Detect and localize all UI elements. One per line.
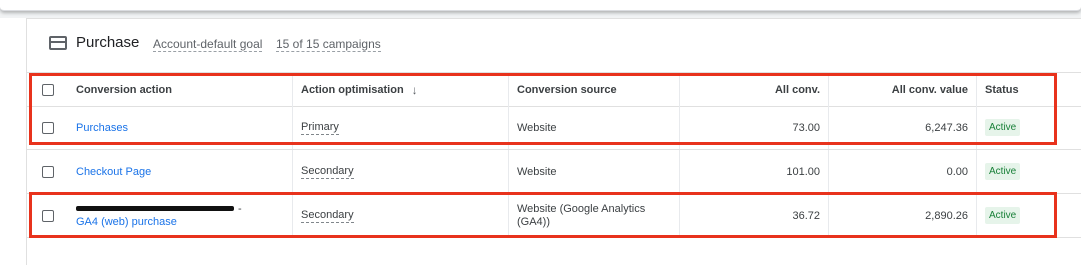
all-conv-value-cell: 0.00 [828, 150, 976, 193]
header-conversion-action[interactable]: Conversion action [68, 73, 292, 106]
campaigns-link[interactable]: 15 of 15 campaigns [276, 37, 381, 52]
goal-setting-link[interactable]: Account-default goal [153, 37, 263, 52]
row-checkbox[interactable] [41, 121, 54, 134]
all-conv-value-cell: 6,247.36 [828, 106, 976, 149]
optimisation-value[interactable]: Primary [301, 121, 339, 135]
optimisation-value[interactable]: Secondary [301, 165, 354, 179]
source-stack: Website (Google Analytics (GA4)) [517, 203, 645, 229]
row-checkbox[interactable] [41, 165, 54, 178]
table-row: Purchases Primary Website 73.00 6,247.36… [27, 106, 1081, 150]
status-cell: Active [976, 106, 1081, 149]
row-select-cell [27, 194, 68, 237]
table-header-row: Conversion action Action optimisation ↓ … [27, 72, 1081, 107]
optimisation-value[interactable]: Secondary [301, 209, 354, 223]
status-badge: Active [985, 119, 1021, 136]
optimisation-cell: Primary [292, 106, 508, 149]
header-conversion-source[interactable]: Conversion source [508, 73, 679, 106]
all-conv-cell: 73.00 [679, 106, 828, 149]
conversion-action-link[interactable]: GA4 (web) purchase [76, 216, 242, 229]
conversion-action-link[interactable]: Checkout Page [76, 166, 151, 178]
arrow-down-icon: ↓ [411, 82, 418, 97]
header-all-conv-value[interactable]: All conv. value [828, 73, 976, 106]
conversion-action-link[interactable]: Purchases [76, 122, 128, 134]
action-cell: Purchases [68, 106, 292, 149]
row-select-cell [27, 106, 68, 149]
row-checkbox[interactable] [41, 209, 54, 222]
select-all-cell [27, 73, 68, 106]
header-action-optimisation[interactable]: Action optimisation ↓ [292, 73, 508, 106]
row-select-cell [27, 150, 68, 193]
table-row: Checkout Page Secondary Website 101.00 0… [27, 150, 1081, 194]
action-cell: - GA4 (web) purchase [68, 194, 292, 237]
select-all-checkbox[interactable] [41, 83, 54, 96]
status-badge: Active [985, 207, 1021, 224]
action-name-line: - [76, 203, 242, 216]
source-cell: Website (Google Analytics (GA4)) [508, 194, 679, 237]
header-status[interactable]: Status [976, 73, 1081, 106]
all-conv-value-cell: 2,890.26 [828, 194, 976, 237]
header-action-optimisation-label: Action optimisation [301, 83, 404, 96]
source-cell: Website [508, 150, 679, 193]
card-header: Purchase Account-default goal 15 of 15 c… [27, 19, 1081, 71]
card-title: Purchase [76, 34, 140, 51]
header-all-conv[interactable]: All conv. [679, 73, 828, 106]
status-cell: Active [976, 150, 1081, 193]
top-bar [0, 0, 1081, 18]
all-conv-cell: 101.00 [679, 150, 828, 193]
action-cell: Checkout Page [68, 150, 292, 193]
redacted-url [76, 206, 234, 212]
status-cell: Active [976, 194, 1081, 237]
status-badge: Active [985, 163, 1021, 180]
conversion-goal-card: Purchase Account-default goal 15 of 15 c… [26, 18, 1081, 265]
credit-card-icon [49, 36, 67, 50]
optimisation-cell: Secondary [292, 194, 508, 237]
action-stack: - GA4 (web) purchase [76, 203, 242, 229]
all-conv-cell: 36.72 [679, 194, 828, 237]
source-line-1: Website (Google Analytics [517, 202, 646, 215]
previous-card-edge [0, 0, 1081, 11]
source-line-2: (GA4)) [517, 215, 550, 228]
action-prefix: - [238, 202, 242, 215]
optimisation-cell: Secondary [292, 150, 508, 193]
source-cell: Website [508, 106, 679, 149]
table-row: - GA4 (web) purchase Secondary Website (… [27, 194, 1081, 238]
